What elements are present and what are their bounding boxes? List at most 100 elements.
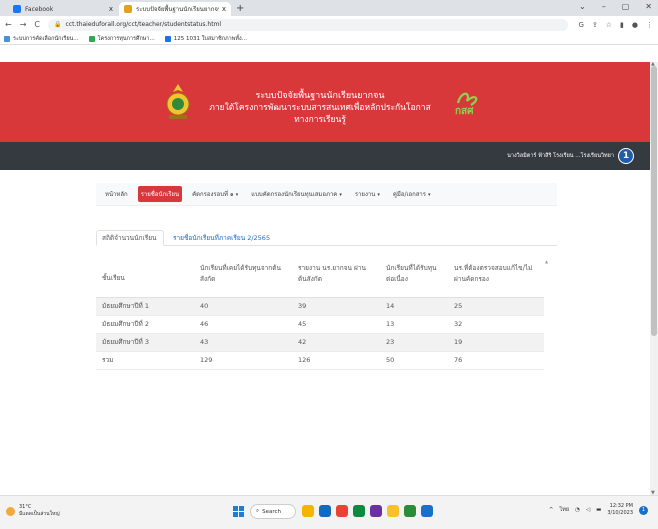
- search-label: Search: [262, 508, 281, 515]
- window-controls: ⌄ – ▢ ✕: [579, 2, 652, 11]
- table-header-row: ชั้นเรียน นักเรียนที่เคยได้รับทุนจากต้นส…: [96, 253, 544, 298]
- scroll-up-icon[interactable]: ▲: [545, 259, 548, 264]
- table-cell: 126: [292, 351, 380, 370]
- facebook-favicon-icon: [13, 5, 21, 13]
- onenote-icon[interactable]: [370, 505, 382, 517]
- site-title: ระบบปัจจัยพื้นฐานนักเรียนยากจน: [255, 91, 385, 101]
- table-scrollbar[interactable]: ▲: [544, 253, 552, 500]
- close-tab-icon[interactable]: x: [222, 5, 226, 13]
- battery-icon[interactable]: ▬: [596, 507, 601, 513]
- menu-screening-round[interactable]: คัดกรองรอบที่ ๑ ▾: [189, 186, 241, 202]
- bookmark-item[interactable]: ระบบการคัดเลือกนักเรียน...: [4, 35, 79, 43]
- bookmarks-bar: ระบบการคัดเลือกนักเรียน... โครงการทุนการ…: [0, 33, 658, 45]
- tab-title: Facebook: [25, 5, 54, 13]
- minimize-icon[interactable]: –: [602, 2, 606, 11]
- tray-chevron-icon[interactable]: ^: [549, 507, 554, 513]
- address-bar-row: ← → C 🔒 cct.thaieduforall.org/cct/teache…: [0, 16, 658, 33]
- menu-manuals[interactable]: คู่มือ/เอกสาร ▾: [390, 186, 434, 202]
- table-cell: 25: [448, 297, 544, 316]
- file-explorer-icon[interactable]: [302, 505, 314, 517]
- table-cell: 129: [194, 351, 292, 370]
- tab-student-list-term[interactable]: รายชื่อนักเรียนที่ภาคเรียน 2/2565: [168, 230, 275, 246]
- back-arrow-icon[interactable]: ←: [5, 20, 12, 29]
- browser-tab-active[interactable]: ระบบปัจจัยพื้นฐานนักเรียนยากจน x: [119, 2, 231, 16]
- table-cell: 40: [194, 297, 292, 316]
- clock-date: 3/10/2023: [607, 510, 633, 516]
- weather-desc: มีแดดเป็นส่วนใหญ่: [19, 511, 60, 517]
- forward-arrow-icon[interactable]: →: [20, 20, 27, 29]
- lock-icon[interactable]: 🔒: [54, 21, 61, 28]
- table-row: มัธยมศึกษาปีที่ 2 46 45 13 32: [96, 315, 544, 334]
- reload-icon[interactable]: C: [34, 20, 40, 29]
- line-icon[interactable]: [404, 505, 416, 517]
- table-row-total: รวม 129 126 50 76: [96, 351, 544, 370]
- url-text: cct.thaieduforall.org/cct/teacher/studen…: [65, 21, 222, 28]
- table-cell: 14: [380, 297, 448, 316]
- table-cell: 13: [380, 315, 448, 334]
- ministry-emblem-icon: [166, 84, 190, 119]
- user-avatar-icon[interactable]: 1: [618, 148, 634, 164]
- taskbar-search[interactable]: ⌕ Search: [250, 504, 296, 519]
- menu-label: รายงาน: [354, 191, 376, 198]
- caret-down-icon: ▾: [235, 192, 239, 198]
- input-language[interactable]: ไทย: [559, 506, 569, 514]
- menu-icon[interactable]: ⋮: [646, 21, 653, 29]
- bookmark-label: ระบบการคัดเลือกนักเรียน...: [13, 35, 79, 42]
- partner-logo-text: กสศ: [455, 106, 474, 117]
- page-scrollbar[interactable]: ▲ ▼: [650, 61, 658, 496]
- menu-student-list[interactable]: รายชื่อนักเรียน: [137, 186, 183, 202]
- windows-start-icon[interactable]: [233, 506, 245, 518]
- weather-widget[interactable]: 31°C มีแดดเป็นส่วนใหญ่: [6, 504, 60, 518]
- browser-tab-facebook[interactable]: Facebook x: [8, 2, 118, 16]
- bookmark-icon: [88, 35, 95, 42]
- word-icon[interactable]: [421, 505, 433, 517]
- share-icon[interactable]: ⇪: [592, 21, 598, 29]
- maximize-icon[interactable]: ▢: [622, 2, 630, 11]
- caret-down-icon: ▾: [428, 192, 431, 198]
- tab-search-icon[interactable]: ⌄: [579, 2, 586, 11]
- statistics-table: ชั้นเรียน นักเรียนที่เคยได้รับทุนจากต้นส…: [96, 253, 544, 370]
- table-cell: มัธยมศึกษาปีที่ 2: [96, 315, 194, 334]
- clock[interactable]: 12:32 PM 3/10/2023: [607, 503, 633, 517]
- edge-icon[interactable]: [319, 505, 331, 517]
- caret-down-icon: ▾: [339, 192, 342, 198]
- menu-reports[interactable]: รายงาน ▾: [352, 186, 383, 202]
- bookmark-item[interactable]: 125 1031 ใบสมาชิกภาพทั้ง...: [164, 35, 247, 43]
- menu-home[interactable]: หน้าหลัก: [102, 186, 131, 202]
- user-name[interactable]: นางวิลมิตาร์ ฟ้าสิริ โรงเรียน ...โรงเรีย…: [507, 152, 614, 160]
- sun-icon: [6, 506, 15, 516]
- google-icon[interactable]: G: [578, 21, 583, 29]
- scrollbar-thumb[interactable]: [651, 66, 657, 336]
- menu-label: คัดกรองรอบที่ ๑: [192, 191, 234, 198]
- sidebar-icon[interactable]: ▮: [620, 21, 624, 29]
- wifi-icon[interactable]: ◔: [575, 507, 580, 513]
- close-tab-icon[interactable]: x: [109, 5, 113, 13]
- clock-time: 12:32 PM: [609, 503, 633, 509]
- table-cell: 32: [448, 315, 544, 334]
- folder-icon[interactable]: [387, 505, 399, 517]
- table-cell: มัธยมศึกษาปีที่ 3: [96, 333, 194, 352]
- teams-icon[interactable]: [353, 505, 365, 517]
- url-input[interactable]: 🔒 cct.thaieduforall.org/cct/teacher/stud…: [48, 18, 569, 31]
- star-icon[interactable]: ☆: [606, 21, 612, 29]
- chrome-icon[interactable]: [336, 505, 348, 517]
- notification-badge[interactable]: 1: [639, 505, 648, 515]
- volume-icon[interactable]: ◁: [586, 507, 590, 513]
- weather-temp: 31°C: [19, 504, 32, 510]
- bookmark-item[interactable]: โครงการทุนการศึกษา...: [88, 35, 155, 43]
- main-menu: หน้าหลัก รายชื่อนักเรียน คัดกรองรอบที่ ๑…: [96, 183, 557, 206]
- close-window-icon[interactable]: ✕: [645, 2, 652, 11]
- tab-student-statistics[interactable]: สถิติจำนวนนักเรียน: [96, 230, 164, 246]
- windows-taskbar: 31°C มีแดดเป็นส่วนใหญ่ ⌕ Search ^ ไทย ◔ …: [0, 495, 658, 529]
- caret-down-icon: ▾: [377, 192, 380, 198]
- table-cell: 50: [380, 351, 448, 370]
- column-header: นร.ที่ต้องตรวจสอบแก้ไข/ไม่ผ่านคัดกรอง: [448, 253, 544, 298]
- table-cell: 43: [194, 333, 292, 352]
- search-icon: ⌕: [256, 508, 260, 514]
- column-header: ชั้นเรียน: [96, 253, 194, 298]
- menu-screening-form[interactable]: แบบคัดกรองนักเรียนทุนเสมอภาค ▾: [248, 186, 345, 202]
- profile-icon[interactable]: ●: [632, 21, 638, 29]
- column-header: รายงาน นร.ยากจน ผ่านต้นสังกัด: [292, 253, 380, 298]
- menu-label: แบบคัดกรองนักเรียนทุนเสมอภาค: [251, 191, 338, 198]
- new-tab-button[interactable]: +: [236, 3, 244, 14]
